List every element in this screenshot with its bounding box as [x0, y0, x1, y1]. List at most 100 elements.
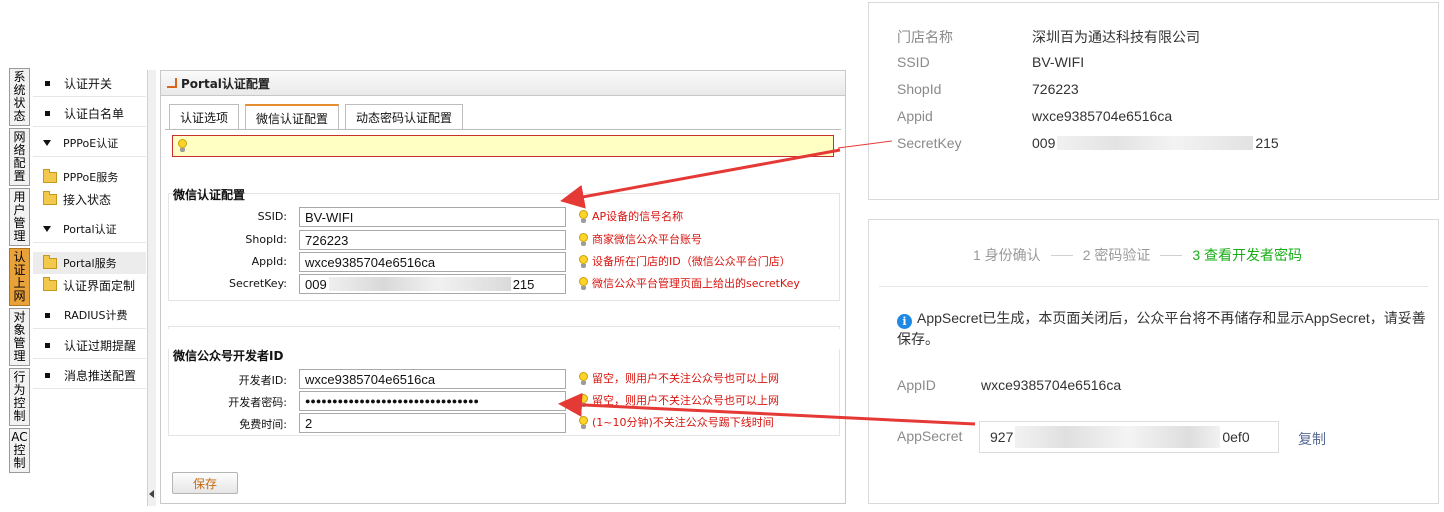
notice-text: AppSecret已生成，本页面关闭后，公众平台将不再储存和显示AppSecre… [897, 310, 1426, 347]
appid-input[interactable]: wxce9385704e6516ca [299, 252, 566, 272]
ssid-input[interactable]: BV-WIFI [299, 207, 566, 227]
collapse-left-icon[interactable] [149, 490, 154, 498]
menu-item-auth-expiry-reminder[interactable]: 认证过期提醒 [33, 332, 146, 359]
tab-dynamic-password-config[interactable]: 动态密码认证配置 [345, 104, 464, 129]
appid-value: wxce9385704e6516ca [981, 377, 1122, 393]
vtab-user-management[interactable]: 用户管理 [9, 188, 30, 246]
sidebar-collapse-bar[interactable] [147, 70, 156, 506]
menu-label: 接入状态 [63, 192, 112, 207]
vtab-network-config[interactable]: 网络配置 [9, 128, 30, 186]
hint-bar [172, 135, 834, 157]
sidebar-menu: 认证开关 认证白名单 PPPoE认证 PPPoE服务 接入状态 Portal认证… [33, 70, 148, 506]
menu-label: 认证开关 [64, 76, 113, 91]
menu-label: 消息推送配置 [64, 368, 137, 383]
folder-icon [43, 190, 57, 205]
tip-text: 设备所在门店的ID（微信公众平台门店） [592, 255, 791, 268]
tip-text: (1~10分钟)不关注公众号踢下线时间 [592, 416, 774, 429]
corner-arrow-icon [167, 78, 177, 88]
menu-item-auth-switch[interactable]: 认证开关 [33, 70, 146, 97]
secret-suffix: 0ef0 [1222, 429, 1250, 445]
menu-item-access-status[interactable]: 接入状态 [33, 188, 146, 210]
redaction-blur [1015, 426, 1221, 448]
lightbulb-icon [579, 416, 588, 430]
field-label: AppId: [251, 255, 287, 268]
form-row-free-time: 免费时间: 2 (1~10分钟)不关注公众号踢下线时间 [161, 413, 841, 433]
field-tip: AP设备的信号名称 [579, 208, 683, 224]
copy-link[interactable]: 复制 [1298, 429, 1326, 449]
folder-icon [43, 254, 57, 269]
menu-item-portal-service[interactable]: Portal服务 [33, 252, 146, 274]
secret-suffix: 215 [512, 276, 535, 292]
menu-item-radius-billing[interactable]: RADIUS计费 [33, 302, 146, 329]
redaction-blur [328, 277, 511, 291]
bullet-icon [45, 312, 50, 318]
menu-item-auth-page-custom[interactable]: 认证界面定制 [33, 274, 146, 296]
menu-label: 认证过期提醒 [64, 338, 137, 353]
divider [879, 286, 1428, 287]
form-row-appid: AppId: wxce9385704e6516ca 设备所在门店的ID（微信公众… [161, 252, 841, 272]
free-time-input[interactable]: 2 [299, 413, 566, 433]
lightbulb-icon [579, 233, 588, 247]
store-info-card: 门店名称 深圳百为通达科技有限公司 SSID BV-WIFI ShopId 72… [868, 2, 1439, 200]
info-value: BV-WIFI [1032, 54, 1085, 70]
step-separator [1160, 254, 1183, 256]
tip-text: AP设备的信号名称 [592, 210, 684, 223]
bullet-icon [45, 80, 50, 86]
save-button[interactable]: 保存 [172, 472, 238, 494]
menu-item-message-push[interactable]: 消息推送配置 [33, 362, 146, 389]
info-key: ShopId [897, 81, 942, 97]
field-tip: 留空，则用户不关注公众号也可以上网 [579, 370, 779, 386]
info-key: 门店名称 [897, 29, 953, 45]
developer-id-input[interactable]: wxce9385704e6516ca [299, 369, 566, 389]
lightbulb-icon [579, 277, 588, 291]
step-view-secret: 3 查看开发者密码 [1192, 247, 1303, 263]
menu-label: Portal服务 [63, 257, 117, 270]
portal-auth-panel: Portal认证配置 认证选项 微信认证配置 动态密码认证配置 微信认证配置 S… [160, 70, 846, 504]
field-tip: 微信公众平台管理页面上给出的secretKey [579, 275, 800, 291]
field-label: 免费时间: [239, 418, 287, 431]
menu-item-auth-whitelist[interactable]: 认证白名单 [33, 100, 146, 127]
field-tip: (1~10分钟)不关注公众号踢下线时间 [579, 414, 774, 430]
vtab-auth-internet[interactable]: 认证上网 [9, 248, 30, 306]
vtab-object-management[interactable]: 对象管理 [9, 308, 30, 366]
expand-triangle-icon [43, 140, 51, 146]
lightbulb-icon [579, 210, 588, 224]
vtab-ac-control[interactable]: AC控制 [9, 428, 30, 473]
panel-header: Portal认证配置 [161, 71, 845, 96]
menu-item-portal-auth[interactable]: Portal认证 [33, 216, 146, 243]
secretkey-input[interactable]: 009 215 [299, 274, 566, 294]
tab-auth-options[interactable]: 认证选项 [169, 104, 240, 129]
form-row-secretkey: SecretKey: 009 215 微信公众平台管理页面上给出的secretKe… [161, 274, 841, 294]
info-key: Appid [897, 108, 933, 124]
menu-item-pppoe-auth[interactable]: PPPoE认证 [33, 130, 146, 157]
developer-secret-card: 1 身份确认 2 密码验证 3 查看开发者密码 i AppSecret已生成，本页… [868, 219, 1439, 504]
expand-triangle-icon [43, 226, 51, 232]
tip-text: 商家微信公众平台账号 [592, 233, 702, 246]
menu-label: PPPoE认证 [63, 137, 119, 150]
step-identity-confirm: 1 身份确认 [973, 247, 1041, 263]
shopid-input[interactable]: 726223 [299, 230, 566, 250]
field-label: 开发者密码: [228, 396, 287, 409]
lightbulb-icon [579, 255, 588, 269]
developer-password-input[interactable]: ●●●●●●●●●●●●●●●●●●●●●●●●●●●●●●●● [299, 391, 566, 411]
folder-icon [43, 276, 57, 291]
menu-label: PPPoE服务 [63, 171, 119, 184]
bullet-icon [45, 342, 50, 348]
field-label: SecretKey: [228, 277, 287, 290]
redaction-blur [1057, 136, 1254, 150]
menu-label: RADIUS计费 [64, 309, 128, 322]
form-row-developer-id: 开发者ID: wxce9385704e6516ca 留空，则用户不关注公众号也可… [161, 369, 841, 389]
lightbulb-icon [579, 394, 588, 408]
info-value: 深圳百为通达科技有限公司 [1032, 29, 1200, 45]
field-tip: 商家微信公众平台账号 [579, 231, 702, 247]
vtab-behavior-control[interactable]: 行为控制 [9, 368, 30, 426]
section-title: 微信认证配置 [173, 188, 246, 202]
section-divider [168, 326, 840, 329]
step-separator [1050, 254, 1073, 256]
info-key: SSID [897, 54, 930, 70]
lightbulb-icon [579, 372, 588, 386]
menu-item-pppoe-service[interactable]: PPPoE服务 [33, 166, 146, 188]
vtab-system-status[interactable]: 系统状态 [9, 68, 30, 126]
tab-wechat-auth-config[interactable]: 微信认证配置 [245, 104, 340, 130]
appsecret-field[interactable]: 927 0ef0 [979, 421, 1279, 453]
